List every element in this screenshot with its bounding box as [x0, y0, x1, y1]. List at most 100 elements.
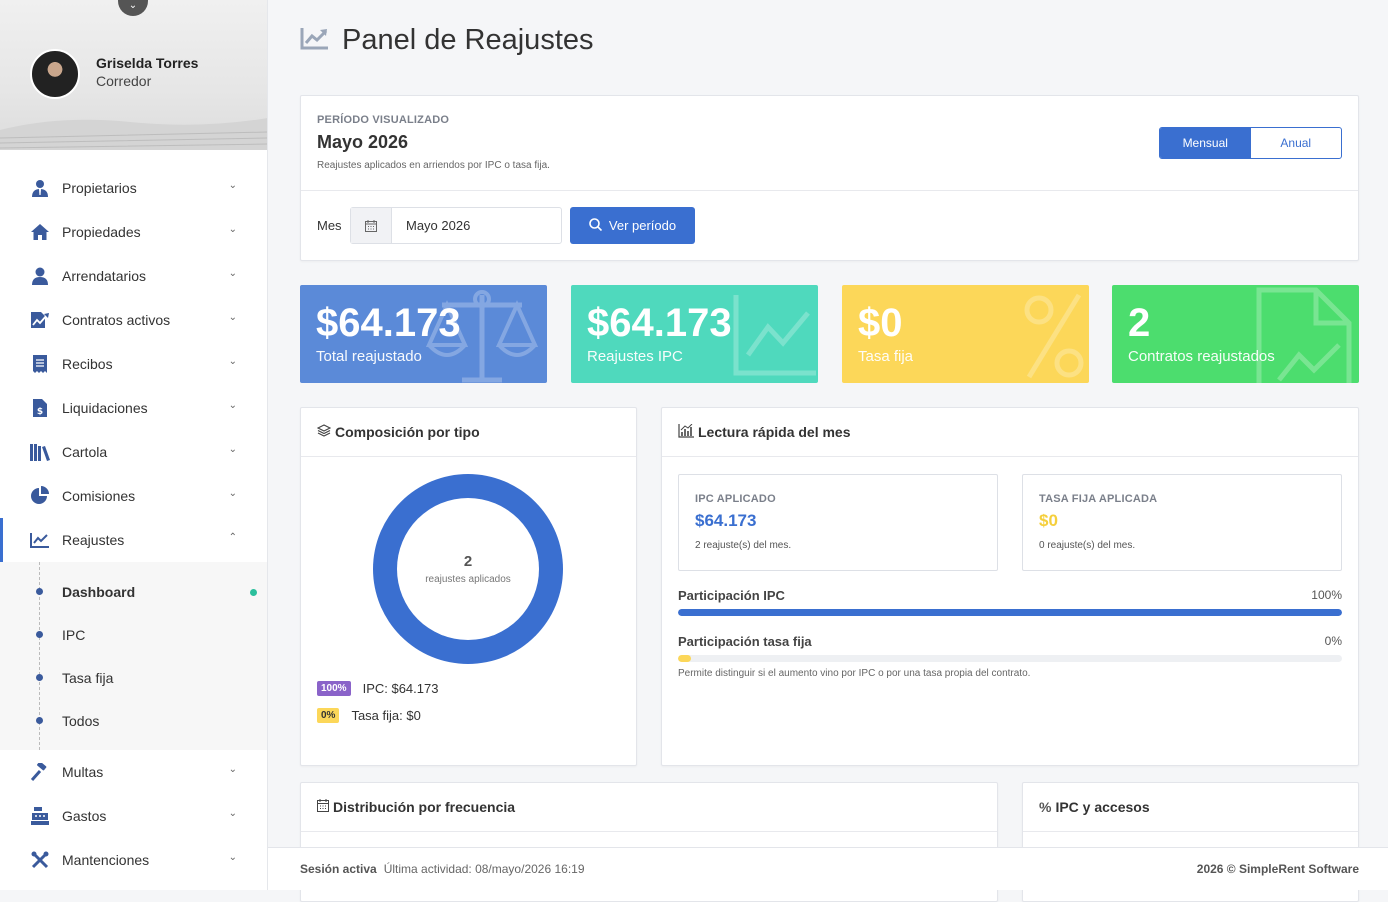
- donut-center: 2 reajustes aplicados: [397, 498, 539, 640]
- receipt-icon: [30, 354, 50, 374]
- card-title: IPC y accesos: [1055, 799, 1150, 815]
- sidebar-item-label: Cartola: [62, 444, 108, 460]
- stat-value: 2: [1128, 301, 1151, 345]
- bullet-icon: [36, 717, 43, 724]
- lectura-card: Lectura rápida del mes IPC APLICADO $64.…: [661, 407, 1359, 766]
- stat-label: Total reajustado: [316, 348, 422, 365]
- sidebar-item-propietarios[interactable]: Propietarios ⌄: [0, 166, 267, 210]
- invoice-dollar-icon: $: [30, 398, 50, 418]
- composicion-card: Composición por tipo 2 reajustes aplicad…: [300, 407, 637, 766]
- mini-label: IPC APLICADO: [695, 493, 776, 505]
- chevron-down-icon: ⌄: [228, 400, 237, 411]
- legend-text: IPC: $64.173: [362, 681, 439, 696]
- fields-illustration: [0, 118, 267, 150]
- submenu-item-label: Tasa fija: [62, 669, 114, 686]
- stat-label: Tasa fija: [858, 348, 914, 365]
- sidebar-item-label: Gastos: [62, 808, 107, 824]
- sidebar-item-propiedades[interactable]: Propiedades ⌄: [0, 210, 267, 254]
- donut-label: reajustes aplicados: [425, 574, 511, 585]
- chevron-down-icon: ⌄: [228, 356, 237, 367]
- submenu-item-todos[interactable]: Todos: [0, 699, 267, 742]
- participation-label: Participación IPC: [678, 588, 785, 603]
- periodo-card: PERÍODO VISUALIZADO Mayo 2026 Reajustes …: [300, 95, 1359, 261]
- cash-register-icon: [30, 806, 50, 826]
- sidebar-item-mantenciones[interactable]: Mantenciones ⌄: [0, 838, 267, 882]
- sidebar-item-label: Propiedades: [62, 224, 141, 240]
- chart-bar-icon: [678, 423, 694, 441]
- card-title: Lectura rápida del mes: [698, 424, 851, 440]
- legend-badge: 100%: [317, 681, 351, 696]
- sidebar-item-multas[interactable]: Multas ⌄: [0, 750, 267, 794]
- progress-fill: [678, 609, 1342, 616]
- user-tie-icon: [30, 178, 50, 198]
- user-icon: [30, 266, 50, 286]
- legend-tasa-fija: 0% Tasa fija: $0: [317, 708, 421, 723]
- periodo-label: PERÍODO VISUALIZADO: [317, 114, 450, 126]
- percent-icon: [1024, 293, 1084, 379]
- sidebar-item-contratos-activos[interactable]: Contratos activos ⌄: [0, 298, 267, 342]
- bullet-icon: [36, 631, 43, 638]
- toggle-anual[interactable]: Anual: [1251, 128, 1342, 158]
- card-title: Composición por tipo: [335, 424, 480, 440]
- submenu-item-tasa-fija[interactable]: Tasa fija: [0, 656, 267, 699]
- submenu-item-dashboard[interactable]: Dashboard: [0, 570, 267, 613]
- contract-icon: [30, 310, 50, 330]
- sidebar: ⌄ Griselda Torres Corredor Propietarios …: [0, 0, 268, 890]
- avatar[interactable]: [30, 49, 80, 99]
- tools-icon: [30, 850, 50, 870]
- stat-reajustes-ipc: $64.173 Reajustes IPC: [571, 285, 818, 383]
- chevron-down-icon: ⌄: [128, 0, 138, 11]
- progress-fill: [678, 655, 691, 662]
- books-icon: [30, 442, 50, 462]
- periodo-value: Mayo 2026: [317, 132, 409, 152]
- chevron-down-icon: ⌄: [228, 808, 237, 819]
- user-role: Corredor: [96, 73, 152, 89]
- chevron-down-icon: ⌄: [228, 180, 237, 191]
- mes-value: Mayo 2026: [406, 218, 471, 233]
- card-header: Composición por tipo: [301, 408, 636, 457]
- sidebar-item-reajustes[interactable]: Reajustes ⌃: [0, 518, 267, 562]
- ipc-aplicado-box: IPC APLICADO $64.173 2 reajuste(s) del m…: [678, 474, 998, 571]
- submenu-item-label: IPC: [62, 626, 86, 643]
- mini-detail: 0 reajuste(s) del mes.: [1039, 540, 1136, 551]
- sidebar-item-liquidaciones[interactable]: $ Liquidaciones ⌄: [0, 386, 267, 430]
- sidebar-item-cartola[interactable]: Cartola ⌄: [0, 430, 267, 474]
- legend-text: Tasa fija: $0: [351, 708, 421, 723]
- calendar-icon: [351, 208, 392, 243]
- footer: Sesión activa Última actividad: 08/mayo/…: [268, 847, 1388, 890]
- active-indicator: [250, 589, 257, 596]
- stat-tasa-fija: $0 Tasa fija: [842, 285, 1089, 383]
- submenu-item-label: Dashboard: [62, 583, 136, 600]
- sidebar-collapse-toggle[interactable]: ⌄: [118, 0, 148, 16]
- chevron-down-icon: ⌄: [228, 312, 237, 323]
- chevron-up-icon: ⌃: [228, 532, 237, 543]
- chevron-down-icon: ⌄: [228, 444, 237, 455]
- last-activity: Última actividad: 08/mayo/2026 16:19: [383, 862, 585, 876]
- chevron-down-icon: ⌄: [228, 764, 237, 775]
- sidebar-item-arrendatarios[interactable]: Arrendatarios ⌄: [0, 254, 267, 298]
- ver-periodo-button[interactable]: Ver período: [570, 207, 695, 244]
- mini-detail: 2 reajuste(s) del mes.: [695, 540, 792, 551]
- svg-text:$: $: [37, 407, 43, 417]
- sidebar-item-recibos[interactable]: Recibos ⌄: [0, 342, 267, 386]
- legend-ipc: 100% IPC: $64.173: [317, 681, 438, 696]
- sidebar-item-comisiones[interactable]: Comisiones ⌄: [0, 474, 267, 518]
- bullet-icon: [36, 588, 43, 595]
- mes-field[interactable]: Mayo 2026: [350, 207, 562, 244]
- search-icon: [589, 217, 602, 234]
- donut-value: 2: [463, 553, 473, 570]
- sidebar-item-label: Propietarios: [62, 180, 137, 196]
- sidebar-item-gastos[interactable]: Gastos ⌄: [0, 794, 267, 838]
- percent-icon: %: [1039, 799, 1052, 815]
- card-header: % IPC y accesos: [1023, 783, 1358, 832]
- fija-progress-bar: [678, 655, 1342, 662]
- sidebar-item-label: Reajustes: [62, 532, 125, 548]
- sidebar-item-label: Mantenciones: [62, 852, 150, 868]
- divider: [301, 190, 1358, 191]
- stat-contratos-reajustados: 2 Contratos reajustados: [1112, 285, 1359, 383]
- pie-chart-icon: [30, 486, 50, 506]
- toggle-mensual[interactable]: Mensual: [1160, 128, 1251, 158]
- submenu-item-ipc[interactable]: IPC: [0, 613, 267, 656]
- profile-header: ⌄ Griselda Torres Corredor: [0, 0, 267, 150]
- chart-line-icon: [733, 295, 816, 376]
